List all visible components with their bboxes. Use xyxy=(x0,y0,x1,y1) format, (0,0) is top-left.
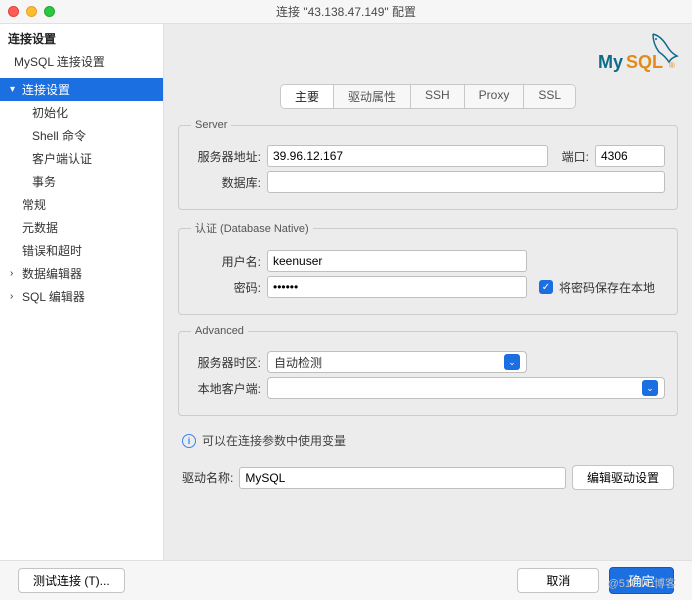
maximize-icon[interactable] xyxy=(44,6,55,17)
tab-ssl[interactable]: SSL xyxy=(524,85,575,108)
driver-label: 驱动名称: xyxy=(182,469,233,486)
server-group: Server 服务器地址: 端口: 数据库: xyxy=(178,119,678,210)
tree-arrow-icon: › xyxy=(10,291,20,302)
auth-legend: 认证 (Database Native) xyxy=(191,220,313,236)
auth-group: 认证 (Database Native) 用户名: 密码: ✓ 将密码保存在本地 xyxy=(178,220,678,315)
sidebar-item[interactable]: 常规 xyxy=(0,193,163,216)
sidebar-item-label: 元数据 xyxy=(22,219,58,236)
edit-driver-button[interactable]: 编辑驱动设置 xyxy=(572,465,674,490)
traffic-lights xyxy=(8,6,55,17)
save-password-label: 将密码保存在本地 xyxy=(559,279,655,296)
main-panel: My SQL ® 主要驱动属性SSHProxySSL Server 服务器地址:… xyxy=(164,24,692,560)
password-input[interactable] xyxy=(267,276,527,298)
username-input[interactable] xyxy=(267,250,527,272)
timezone-value: 自动检测 xyxy=(274,354,322,371)
sidebar-item[interactable]: 事务 xyxy=(0,170,163,193)
sidebar-item[interactable]: 错误和超时 xyxy=(0,239,163,262)
sidebar-item-label: 客户端认证 xyxy=(32,150,92,167)
sidebar-header: 连接设置 xyxy=(0,24,163,49)
sidebar-item[interactable]: 客户端认证 xyxy=(0,147,163,170)
timezone-select[interactable]: 自动检测 ⌄ xyxy=(267,351,527,373)
title-bar: 连接 "43.138.47.149" 配置 xyxy=(0,0,692,24)
sidebar-item[interactable]: ▾连接设置 xyxy=(0,78,163,101)
sidebar-item[interactable]: 元数据 xyxy=(0,216,163,239)
username-label: 用户名: xyxy=(191,253,261,270)
tab-主要[interactable]: 主要 xyxy=(281,85,334,108)
password-label: 密码: xyxy=(191,279,261,296)
local-client-label: 本地客户端: xyxy=(191,380,261,397)
tree-arrow-icon: › xyxy=(10,268,20,279)
sidebar-item[interactable]: Shell 命令 xyxy=(0,124,163,147)
info-text: 可以在连接参数中使用变量 xyxy=(202,432,346,449)
sidebar-item-label: Shell 命令 xyxy=(32,127,86,144)
info-row: i 可以在连接参数中使用变量 xyxy=(178,426,678,455)
sidebar-item-label: 连接设置 xyxy=(22,81,70,98)
tab-驱动属性[interactable]: 驱动属性 xyxy=(334,85,411,108)
mysql-logo: My SQL ® xyxy=(598,32,680,74)
window-title: 连接 "43.138.47.149" 配置 xyxy=(0,3,692,20)
ok-button[interactable]: 确定 xyxy=(609,567,674,594)
local-client-select[interactable]: ⌄ xyxy=(267,377,665,399)
database-input[interactable] xyxy=(267,171,665,193)
sidebar-tree: ▾连接设置初始化Shell 命令客户端认证事务常规元数据错误和超时›数据编辑器›… xyxy=(0,78,163,560)
cancel-button[interactable]: 取消 xyxy=(517,568,599,593)
svg-text:My: My xyxy=(598,52,623,72)
sidebar-item[interactable]: ›SQL 编辑器 xyxy=(0,285,163,308)
sidebar-item[interactable]: 初始化 xyxy=(0,101,163,124)
sidebar-subheader: MySQL 连接设置 xyxy=(0,49,163,78)
sidebar-item-label: 常规 xyxy=(22,196,46,213)
host-label: 服务器地址: xyxy=(191,148,261,165)
sidebar-item-label: 错误和超时 xyxy=(22,242,82,259)
tree-arrow-icon: ▾ xyxy=(10,84,20,95)
tab-bar: 主要驱动属性SSHProxySSL xyxy=(164,74,692,119)
close-icon[interactable] xyxy=(8,6,19,17)
sidebar-item[interactable]: ›数据编辑器 xyxy=(0,262,163,285)
sidebar-item-label: 事务 xyxy=(32,173,56,190)
server-legend: Server xyxy=(191,119,231,131)
footer: 测试连接 (T)... 取消 确定 @51CTO博客 xyxy=(0,560,692,600)
advanced-group: Advanced 服务器时区: 自动检测 ⌄ 本地客户端: ⌄ xyxy=(178,325,678,416)
sidebar-item-label: 初始化 xyxy=(32,104,68,121)
port-label: 端口: xyxy=(562,148,589,165)
chevron-updown-icon: ⌄ xyxy=(504,354,520,370)
svg-text:SQL: SQL xyxy=(626,52,663,72)
sidebar-item-label: SQL 编辑器 xyxy=(22,288,85,305)
advanced-legend: Advanced xyxy=(191,325,248,337)
info-icon: i xyxy=(182,434,196,448)
host-input[interactable] xyxy=(267,145,548,167)
database-label: 数据库: xyxy=(191,174,261,191)
test-connection-button[interactable]: 测试连接 (T)... xyxy=(18,568,125,593)
chevron-updown-icon: ⌄ xyxy=(642,380,658,396)
timezone-label: 服务器时区: xyxy=(191,354,261,371)
port-input[interactable] xyxy=(595,145,665,167)
sidebar: 连接设置 MySQL 连接设置 ▾连接设置初始化Shell 命令客户端认证事务常… xyxy=(0,24,164,560)
sidebar-item-label: 数据编辑器 xyxy=(22,265,82,282)
save-password-checkbox[interactable]: ✓ xyxy=(539,280,553,294)
minimize-icon[interactable] xyxy=(26,6,37,17)
tab-proxy[interactable]: Proxy xyxy=(465,85,525,108)
svg-text:®: ® xyxy=(669,61,675,70)
tab-ssh[interactable]: SSH xyxy=(411,85,465,108)
driver-name-input[interactable] xyxy=(239,467,566,489)
